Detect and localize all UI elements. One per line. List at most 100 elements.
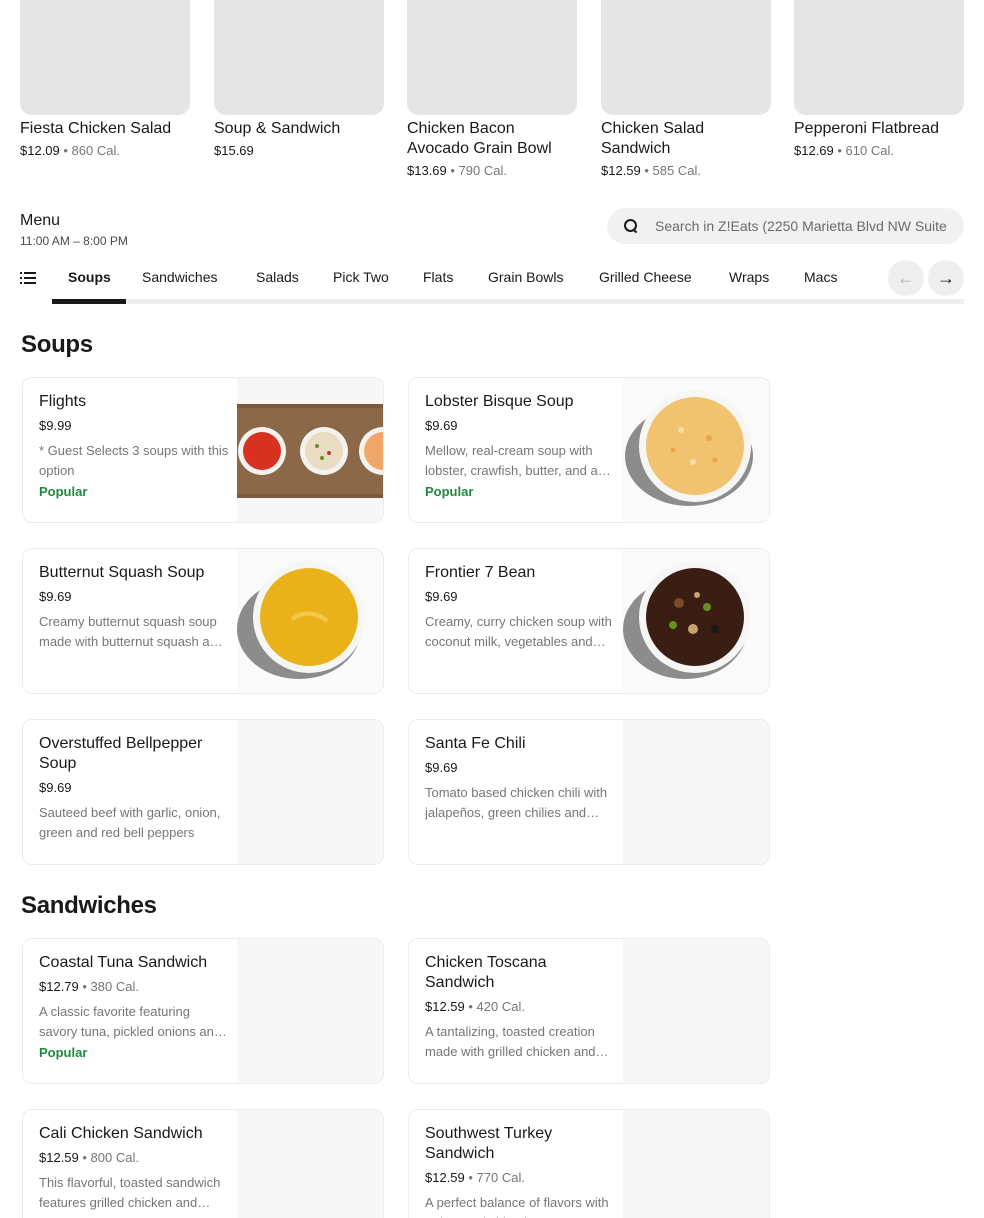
tabs-divider [52, 299, 964, 304]
menu-item-card[interactable]: Coastal Tuna Sandwich $12.79 • 380 Cal. … [22, 938, 384, 1084]
featured-price: $13.69 [407, 163, 447, 178]
popular-badge: Popular [39, 1045, 88, 1060]
item-meta: $12.79 • 380 Cal. [39, 978, 229, 996]
item-name: Chicken Toscana Sandwich [425, 954, 547, 991]
menu-header: Menu 11:00 AM – 8:00 PM [20, 211, 128, 249]
category-tabs: Soups Sandwiches Salads Pick Two Flats G… [20, 258, 964, 306]
meta-separator: • [59, 143, 72, 158]
featured-meta: $12.09 • 860 Cal. [20, 142, 190, 160]
featured-image[interactable] [794, 0, 964, 115]
featured-name: Chicken Salad Sandwich [601, 120, 705, 157]
featured-card[interactable]: Chicken Salad Sandwich $12.59 • 585 Cal. [601, 0, 771, 180]
featured-price: $12.09 [20, 143, 60, 158]
menu-item-card[interactable]: Frontier 7 Bean $9.69 Creamy, curry chic… [408, 548, 770, 694]
item-image-placeholder [237, 1110, 383, 1218]
featured-calories: 790 Cal. [458, 163, 507, 178]
item-meta: $9.69 [425, 588, 615, 606]
featured-image[interactable] [601, 0, 771, 115]
featured-card[interactable]: Chicken Bacon Avocado Grain Bowl $13.69 … [407, 0, 577, 180]
menu-item-card[interactable]: Cali Chicken Sandwich $12.59 • 800 Cal. … [22, 1109, 384, 1218]
featured-price: $15.69 [214, 143, 254, 158]
item-description: Tomato based chicken chili with jalapeño… [425, 785, 608, 820]
meta-separator: • [464, 999, 477, 1014]
scroll-left-button[interactable]: ← [888, 260, 924, 296]
squash-bowl-icon [237, 549, 383, 693]
item-meta: $9.69 [425, 417, 615, 435]
menu-item-card[interactable]: Lobster Bisque Soup $9.69 Mellow, real-c… [408, 377, 770, 523]
tab-flats[interactable]: Flats [423, 268, 453, 286]
tab-sandwiches[interactable]: Sandwiches [142, 268, 218, 286]
arrow-left-icon: ← [897, 267, 915, 288]
featured-image[interactable] [214, 0, 384, 115]
bisque-bowl-icon [623, 378, 769, 522]
featured-calories: 860 Cal. [71, 143, 120, 158]
featured-calories: 610 Cal. [845, 143, 894, 158]
item-meta: $12.59 • 420 Cal. [425, 998, 615, 1016]
scroll-right-button[interactable]: → [928, 260, 964, 296]
item-meta: $9.69 [425, 759, 615, 777]
item-name: Overstuffed Bellpepper Soup [39, 735, 203, 772]
item-image-placeholder [623, 939, 769, 1083]
menu-item-card[interactable]: Chicken Toscana Sandwich $12.59 • 420 Ca… [408, 938, 770, 1084]
item-price: $12.59 [425, 999, 465, 1014]
featured-image[interactable] [407, 0, 577, 115]
featured-meta: $13.69 • 790 Cal. [407, 162, 577, 180]
item-description: A classic favorite featuring savory tuna… [39, 1004, 222, 1039]
item-meta: $12.59 • 770 Cal. [425, 1169, 615, 1187]
menu-item-card[interactable]: Southwest Turkey Sandwich $12.59 • 770 C… [408, 1109, 770, 1218]
category-list-icon[interactable] [20, 272, 36, 286]
tab-wraps[interactable]: Wraps [729, 268, 769, 286]
search-input[interactable] [655, 218, 955, 234]
section-title-sandwiches: Sandwiches [21, 892, 157, 919]
item-meta: $12.59 • 800 Cal. [39, 1149, 229, 1167]
meta-separator: • [640, 163, 653, 178]
item-price: $12.59 [425, 1170, 465, 1185]
item-calories: 420 Cal. [476, 999, 525, 1014]
item-image-placeholder [623, 1110, 769, 1218]
item-price: $9.69 [425, 760, 458, 775]
popular-badge: Popular [425, 484, 474, 499]
item-name: Cali Chicken Sandwich [39, 1125, 203, 1142]
meta-separator: • [464, 1170, 477, 1185]
tab-salads[interactable]: Salads [256, 268, 299, 286]
menu-item-card[interactable]: Santa Fe Chili $9.69 Tomato based chicke… [408, 719, 770, 865]
tab-grain-bowls[interactable]: Grain Bowls [488, 268, 563, 286]
item-description: A tantalizing, toasted creation made wit… [425, 1024, 596, 1059]
menu-item-card[interactable]: Overstuffed Bellpepper Soup $9.69 Sautee… [22, 719, 384, 865]
search-icon [623, 218, 639, 234]
item-name: Southwest Turkey Sandwich [425, 1125, 553, 1162]
item-price: $9.99 [39, 418, 72, 433]
featured-card[interactable]: Fiesta Chicken Salad $12.09 • 860 Cal. [20, 0, 190, 160]
featured-price: $12.59 [601, 163, 641, 178]
featured-card[interactable]: Pepperoni Flatbread $12.69 • 610 Cal. [794, 0, 964, 160]
featured-image[interactable] [20, 0, 190, 115]
item-price: $9.69 [425, 589, 458, 604]
tab-macs[interactable]: Macs [804, 268, 837, 286]
item-name: Butternut Squash Soup [39, 564, 205, 581]
menu-item-card[interactable]: Butternut Squash Soup $9.69 Creamy butte… [22, 548, 384, 694]
item-price: $9.69 [39, 589, 72, 604]
item-name: Frontier 7 Bean [425, 564, 536, 581]
item-price: $12.59 [39, 1150, 79, 1165]
featured-card[interactable]: Soup & Sandwich $15.69 [214, 0, 384, 160]
menu-search[interactable] [607, 208, 964, 244]
item-description: Creamy, curry chicken soup with coconut … [425, 614, 612, 649]
featured-name: Soup & Sandwich [214, 120, 341, 137]
soup-flight-icon [237, 378, 383, 522]
tab-soups[interactable]: Soups [68, 268, 111, 286]
item-price: $9.69 [39, 780, 72, 795]
featured-meta: $12.69 • 610 Cal. [794, 142, 964, 160]
featured-meta: $15.69 [214, 142, 384, 160]
tab-pick-two[interactable]: Pick Two [333, 268, 389, 286]
item-calories: 770 Cal. [476, 1170, 525, 1185]
item-image-placeholder [623, 720, 769, 864]
meta-separator: • [833, 143, 846, 158]
tab-grilled-cheese[interactable]: Grilled Cheese [599, 268, 692, 286]
section-title-soups: Soups [21, 331, 93, 358]
menu-item-card[interactable]: Flights $9.99 * Guest Selects 3 soups wi… [22, 377, 384, 523]
featured-meta: $12.59 • 585 Cal. [601, 162, 771, 180]
meta-separator: • [78, 979, 91, 994]
item-price: $12.79 [39, 979, 79, 994]
item-description: * Guest Selects 3 soups with this option [39, 443, 229, 478]
featured-name: Chicken Bacon Avocado Grain Bowl [407, 120, 552, 157]
